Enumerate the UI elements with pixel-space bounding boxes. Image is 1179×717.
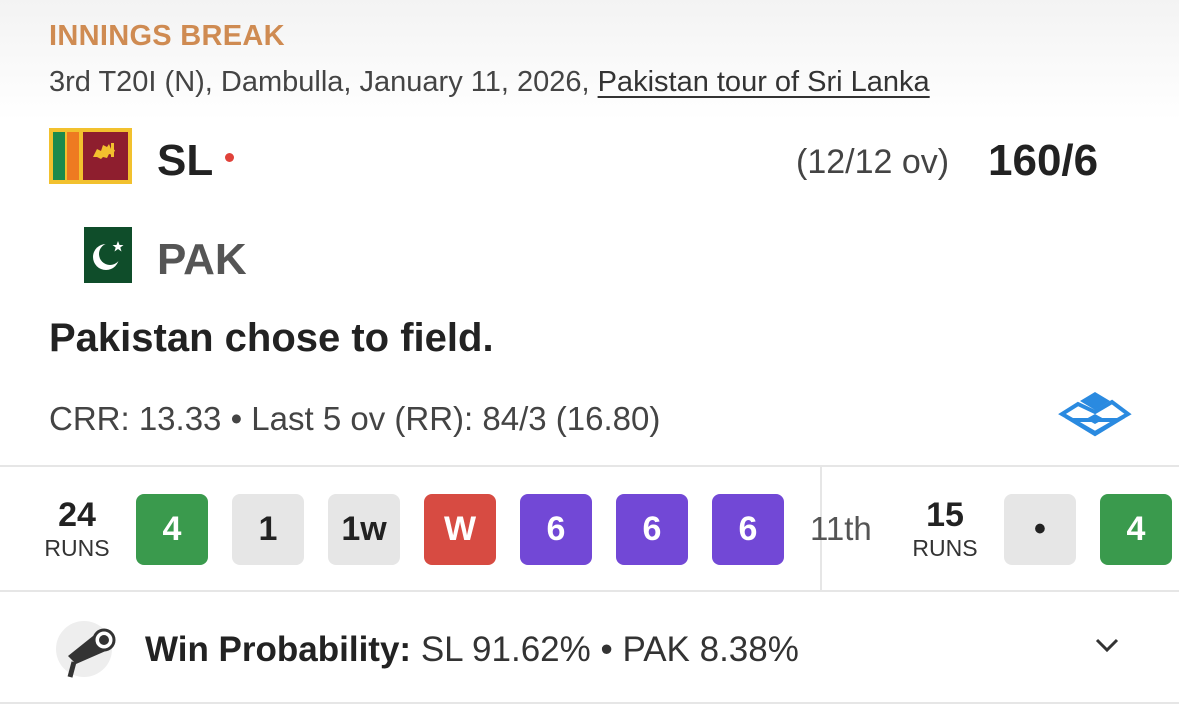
score-sl: 160/6 (988, 136, 1099, 185)
ball-chip[interactable]: 4 (136, 494, 208, 565)
ball-chip[interactable]: 6 (520, 494, 592, 565)
team-code-pak: PAK (157, 235, 247, 284)
overs-sl: (12/12 ov) (796, 143, 950, 181)
ball-chip[interactable]: 4 (1100, 494, 1172, 565)
series-link[interactable]: Pakistan tour of Sri Lanka (598, 66, 930, 98)
live-dot-icon (225, 153, 234, 162)
team-code-sl: SL (157, 136, 214, 185)
previous-over-runs-value: 15 (926, 496, 964, 534)
run-rates: CRR: 13.33 • Last 5 ov (RR): 84/3 (16.80… (49, 400, 661, 437)
team-row-sl[interactable]: SL (12/12 ov) 160/6 (0, 128, 1179, 198)
current-over-runs: 24 RUNS (37, 497, 117, 563)
previous-over-runs-label: RUNS (912, 535, 978, 561)
ball-chip[interactable]: • (1004, 494, 1076, 565)
team-row-pak[interactable]: PAK (0, 223, 1179, 293)
ball-chip[interactable]: 6 (616, 494, 688, 565)
ball-chip[interactable]: W (424, 494, 496, 565)
sri-lanka-flag-icon (49, 128, 132, 184)
match-info: 3rd T20I (N), Dambulla, January 11, 2026… (49, 66, 930, 99)
ball-chip[interactable]: 1 (232, 494, 304, 565)
previous-over-runs: 15 RUNS (905, 497, 985, 563)
match-details: 3rd T20I (N), Dambulla, January 11, 2026… (49, 66, 598, 98)
chevron-down-icon[interactable] (1094, 636, 1120, 654)
layers-icon[interactable] (1058, 390, 1132, 444)
win-probability-value: SL 91.62% • PAK 8.38% (420, 630, 799, 669)
header-background (0, 0, 1179, 120)
megaphone-icon (56, 621, 116, 678)
divider (0, 702, 1179, 704)
current-over-runs-value: 24 (58, 496, 96, 534)
win-probability-text: Win Probability: SL 91.62% • PAK 8.38% (145, 630, 799, 670)
divider (0, 465, 1179, 467)
ball-chip[interactable]: 6 (712, 494, 784, 565)
ball-chip[interactable]: 1w (328, 494, 400, 565)
win-probability-label: Win Probability: (145, 630, 412, 669)
toss-result: Pakistan chose to field. (49, 316, 494, 360)
match-status: INNINGS BREAK (49, 20, 285, 52)
previous-over-label: 11th (810, 510, 872, 547)
pakistan-flag-icon (68, 227, 132, 283)
current-over-runs-label: RUNS (44, 535, 110, 561)
win-probability-row[interactable]: Win Probability: SL 91.62% • PAK 8.38% (0, 592, 1179, 702)
